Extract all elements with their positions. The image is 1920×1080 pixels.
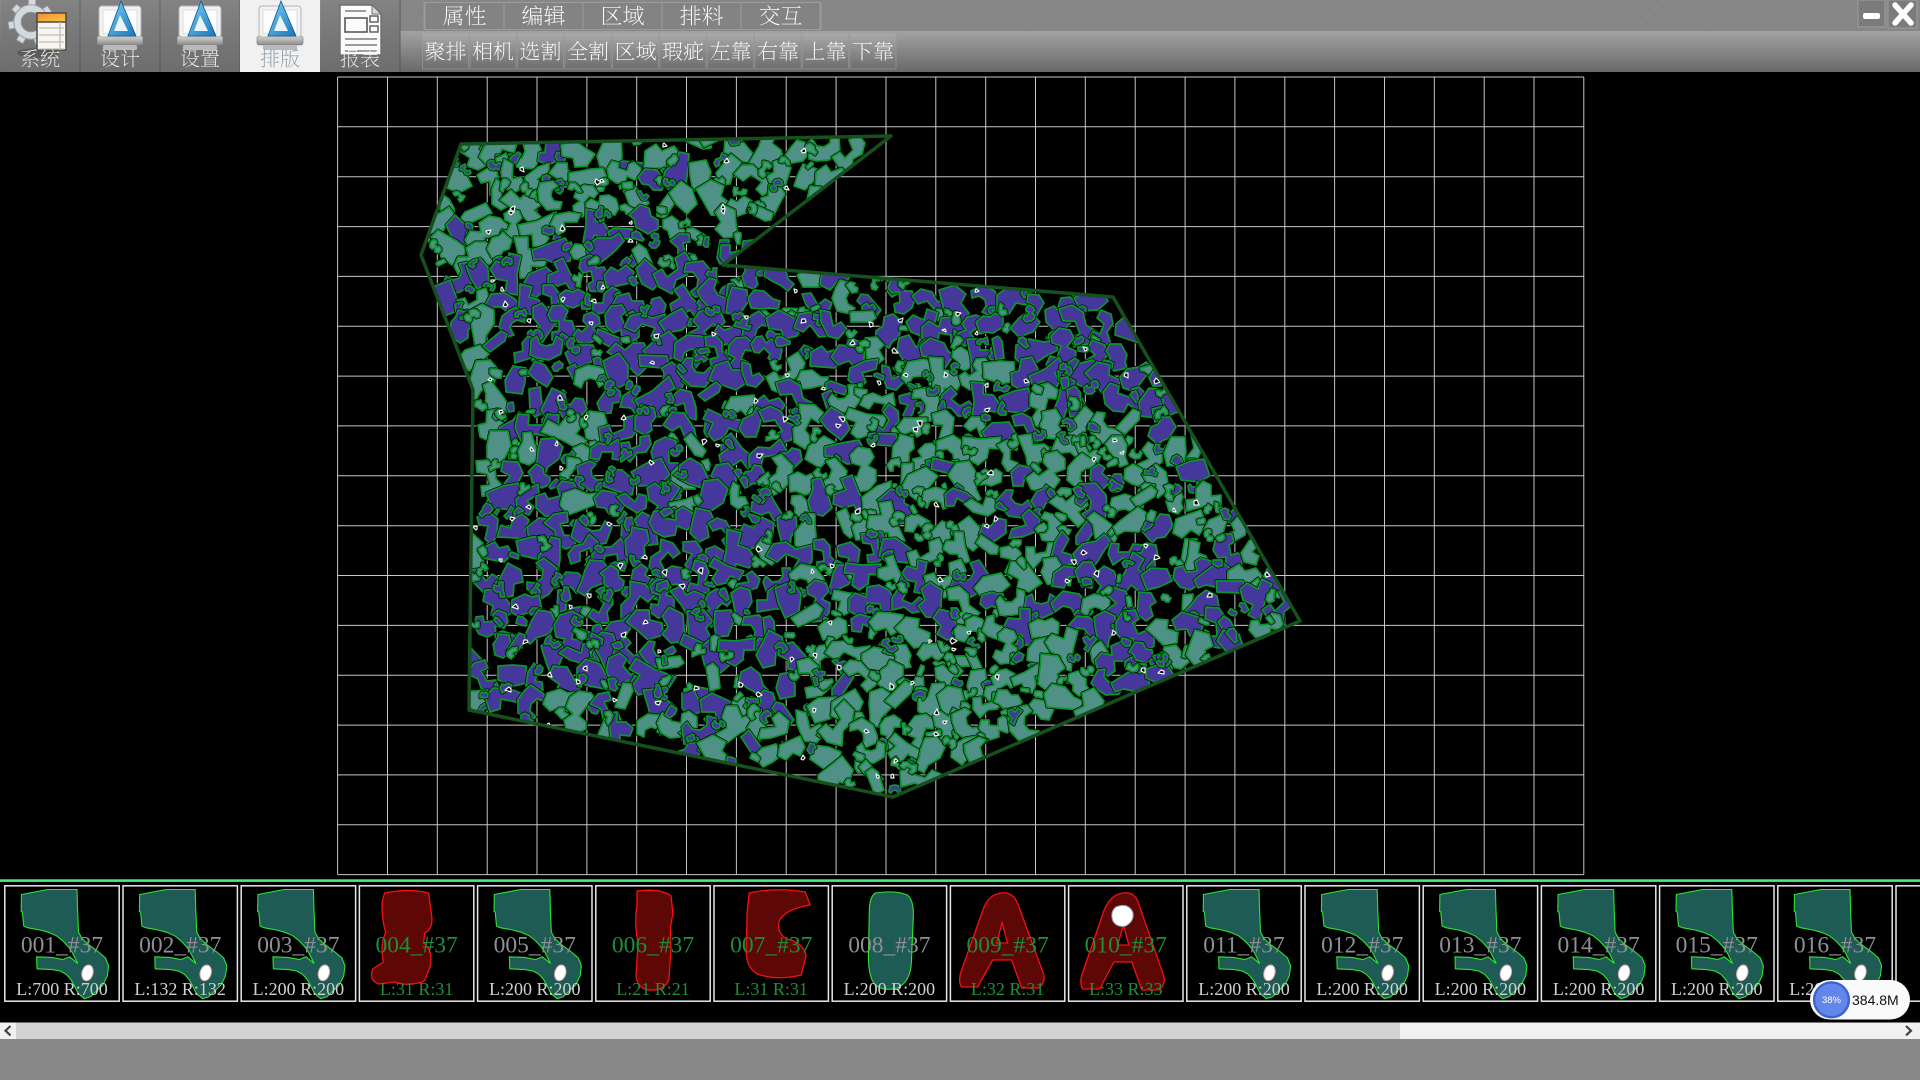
svg-text:015_#37: 015_#37 xyxy=(1676,933,1759,959)
svg-text:L:200 R:200: L:200 R:200 xyxy=(1553,979,1645,999)
svg-text:004_#37: 004_#37 xyxy=(375,933,458,959)
svg-text:005_#37: 005_#37 xyxy=(494,933,577,959)
svg-text:L:200 R:200: L:200 R:200 xyxy=(489,979,581,999)
svg-text:L:200 R:200: L:200 R:200 xyxy=(1435,979,1527,999)
svg-text:001_#37: 001_#37 xyxy=(21,933,104,959)
svg-text:384.8M: 384.8M xyxy=(1852,992,1899,1008)
svg-text:013_#37: 013_#37 xyxy=(1439,933,1522,959)
svg-text:L:33 R:33: L:33 R:33 xyxy=(1089,979,1163,999)
svg-text:L:700 R:700: L:700 R:700 xyxy=(16,979,108,999)
svg-text:L:21 R:21: L:21 R:21 xyxy=(616,979,690,999)
svg-text:009_#37: 009_#37 xyxy=(966,933,1049,959)
svg-text:L:200 R:200: L:200 R:200 xyxy=(1198,979,1290,999)
svg-text:L:200 R:200: L:200 R:200 xyxy=(1316,979,1408,999)
svg-text:003_#37: 003_#37 xyxy=(257,933,340,959)
svg-text:002_#37: 002_#37 xyxy=(139,933,222,959)
svg-text:007_#37: 007_#37 xyxy=(730,933,813,959)
svg-text:014_#37: 014_#37 xyxy=(1557,933,1640,959)
svg-text:012_#37: 012_#37 xyxy=(1321,933,1404,959)
svg-text:010_#37: 010_#37 xyxy=(1085,933,1168,959)
svg-text:L:200 R:200: L:200 R:200 xyxy=(253,979,345,999)
svg-text:L:31 R:31: L:31 R:31 xyxy=(380,979,454,999)
svg-text:L:200 R:200: L:200 R:200 xyxy=(844,979,936,999)
svg-text:L:31 R:31: L:31 R:31 xyxy=(734,979,808,999)
svg-text:L:200 R:200: L:200 R:200 xyxy=(1671,979,1763,999)
svg-text:L:32 R:31: L:32 R:31 xyxy=(971,979,1045,999)
svg-text:L:132 R:132: L:132 R:132 xyxy=(134,979,226,999)
svg-text:006_#37: 006_#37 xyxy=(612,933,695,959)
svg-text:38%: 38% xyxy=(1822,995,1842,1006)
svg-text:016_#37: 016_#37 xyxy=(1794,933,1877,959)
svg-text:011_#37: 011_#37 xyxy=(1203,933,1285,959)
svg-text:008_#37: 008_#37 xyxy=(848,933,931,959)
